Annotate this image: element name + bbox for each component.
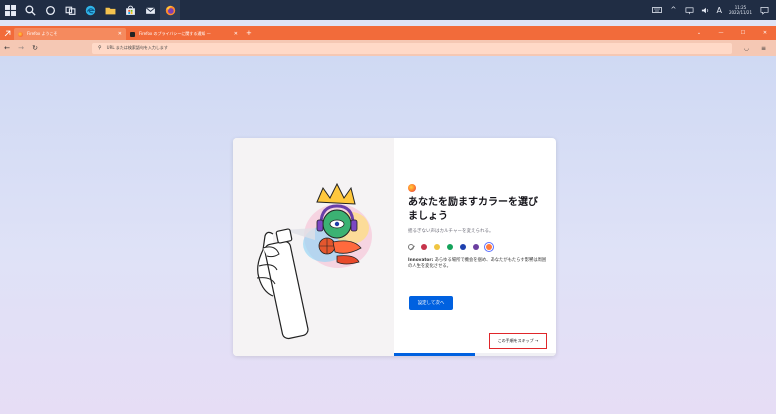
- minimize-icon[interactable]: —: [710, 30, 732, 36]
- taskbar-firefox-button[interactable]: [160, 0, 180, 20]
- circle-icon: [45, 5, 55, 15]
- cortana-button[interactable]: [40, 0, 60, 20]
- pocket-icon[interactable]: ◡: [744, 45, 749, 52]
- close-tab-icon[interactable]: ✕: [118, 31, 122, 37]
- progress-bar: [394, 353, 556, 356]
- tab-privacy-notice[interactable]: Firefox のプライバシーに関する通知 — ✕: [126, 28, 242, 40]
- taskbar-explorer-button[interactable]: [100, 0, 120, 20]
- maximize-icon[interactable]: ☐: [732, 30, 754, 36]
- onboarding-card: あなたを励ますカラーを選びましょう 揺るぎない声はカルチャーを変えられる。 In…: [233, 138, 556, 356]
- reload-icon[interactable]: ↻: [28, 44, 42, 52]
- firefox-icon: [165, 5, 175, 15]
- firefox-logo-icon: [408, 184, 416, 192]
- firefox-view-icon: [4, 30, 10, 36]
- onboarding-title: あなたを励ますカラーを選びましょう: [408, 197, 538, 222]
- taskbar-store-button[interactable]: [120, 0, 140, 20]
- skip-step-button[interactable]: この手順をスキップ →: [489, 333, 547, 349]
- illustration-panel: [233, 138, 394, 356]
- taskbar-edge-button[interactable]: [80, 0, 100, 20]
- save-and-continue-button[interactable]: 設定して次へ: [409, 296, 453, 310]
- hamburger-menu-icon[interactable]: ≡: [761, 45, 766, 52]
- colorway-swatch[interactable]: [434, 244, 440, 250]
- keyboard-icon[interactable]: [651, 4, 663, 16]
- task-view-button[interactable]: [60, 0, 80, 20]
- edge-icon: [85, 5, 95, 15]
- mozilla-favicon-icon: [130, 31, 135, 37]
- folder-icon: [105, 7, 115, 14]
- mail-icon: [145, 6, 155, 14]
- clock[interactable]: 11:25 2022/11/21: [729, 5, 752, 15]
- tab-strip: Firefox ようこそ ✕ Firefox のプライバシーに関する通知 — ✕…: [0, 26, 776, 40]
- navigation-toolbar: ← → ↻ ⚲ URL または検索語句を入力します ◡ ≡: [0, 40, 776, 56]
- search-icon: ⚲: [98, 45, 102, 51]
- colorway-description: Innovator: あらゆる場所で機会を掴め、あなたがもたらす影響は周囲の人生…: [408, 258, 548, 270]
- windows-taskbar: ^ A 11:25 2022/11/21: [0, 0, 776, 20]
- colorway-swatch[interactable]: [460, 244, 466, 250]
- colorway-swatch[interactable]: [421, 244, 427, 250]
- ime-indicator[interactable]: A: [716, 6, 721, 15]
- start-button[interactable]: [0, 0, 20, 20]
- task-view-icon: [65, 6, 75, 15]
- close-tab-icon[interactable]: ✕: [234, 31, 238, 37]
- onboarding-content: あなたを励ますカラーを選びましょう 揺るぎない声はカルチャーを変えられる。 In…: [394, 138, 556, 356]
- windows-logo-icon: [4, 4, 16, 16]
- search-icon: [24, 4, 36, 16]
- colorway-swatch[interactable]: [447, 244, 453, 250]
- onboarding-subtitle: 揺るぎない声はカルチャーを変えられる。: [408, 229, 494, 234]
- store-bag-icon: [125, 5, 135, 15]
- colorway-name: Innovator:: [408, 258, 434, 263]
- colorway-picker: [408, 241, 544, 253]
- url-bar[interactable]: ⚲ URL または検索語句を入力します: [92, 42, 732, 54]
- colorway-swatch[interactable]: [483, 241, 495, 253]
- list-all-tabs-icon[interactable]: ⌄: [688, 30, 710, 36]
- tab-welcome[interactable]: Firefox ようこそ ✕: [14, 28, 126, 40]
- network-icon[interactable]: [683, 4, 695, 16]
- url-placeholder: URL または検索語句を入力します: [106, 45, 168, 50]
- tab-title: Firefox ようこそ: [27, 31, 58, 36]
- colorway-swatch[interactable]: [473, 244, 479, 250]
- taskbar-search-button[interactable]: [20, 0, 40, 20]
- chevron-up-icon[interactable]: ^: [667, 4, 679, 16]
- firefox-favicon-icon: [18, 31, 23, 37]
- tab-title: Firefox のプライバシーに関する通知 —: [139, 31, 211, 36]
- clock-date: 2022/11/21: [728, 10, 752, 15]
- new-tab-icon[interactable]: +: [246, 29, 252, 37]
- volume-icon[interactable]: [699, 4, 711, 16]
- spray-can-illustration: [256, 182, 372, 340]
- close-window-icon[interactable]: ✕: [754, 30, 776, 36]
- firefox-view-button[interactable]: [0, 26, 14, 40]
- taskbar-mail-button[interactable]: [140, 0, 160, 20]
- notification-icon[interactable]: [758, 4, 770, 16]
- forward-arrow-icon[interactable]: →: [14, 44, 28, 52]
- back-arrow-icon[interactable]: ←: [0, 44, 14, 52]
- progress-fill: [394, 353, 475, 356]
- no-colorway-swatch[interactable]: [408, 244, 414, 250]
